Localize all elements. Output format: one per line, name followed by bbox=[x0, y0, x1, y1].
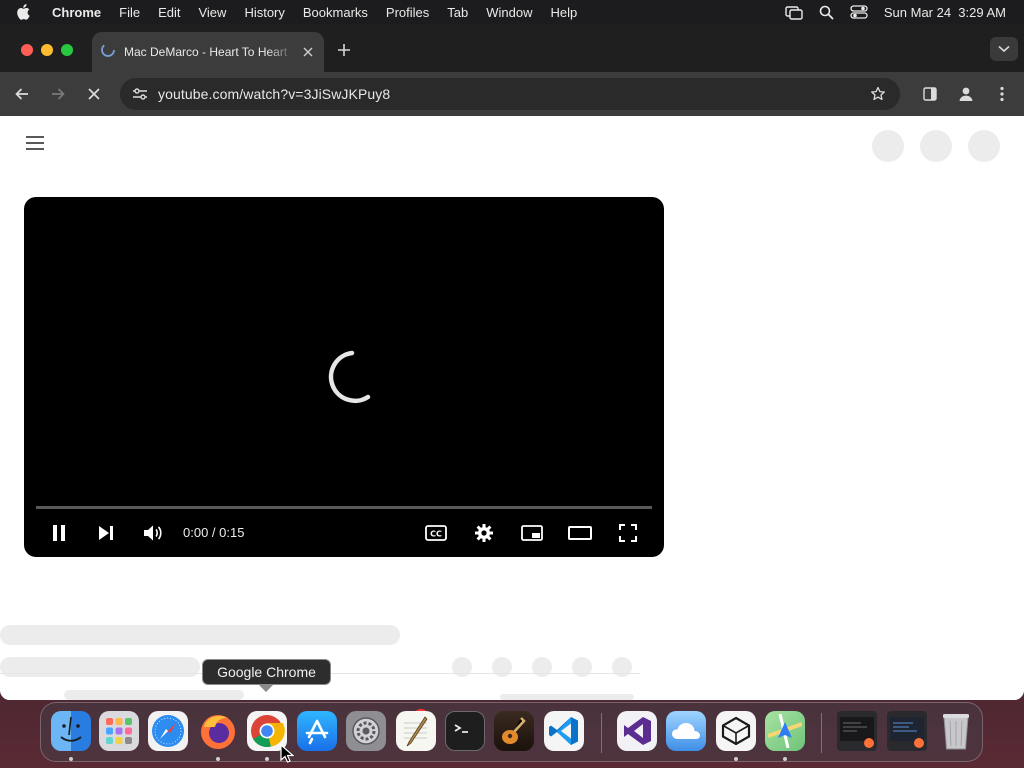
finder-icon[interactable] bbox=[51, 711, 91, 751]
action-skeleton-4 bbox=[572, 657, 592, 677]
system-settings-icon[interactable] bbox=[346, 711, 386, 751]
miniplayer-icon[interactable] bbox=[520, 521, 544, 545]
hamburger-menu-icon[interactable] bbox=[24, 134, 48, 154]
menu-bar: Chrome File Edit View History Bookmarks … bbox=[0, 0, 1024, 24]
window-thumbnail-1[interactable] bbox=[837, 711, 877, 751]
back-arrow-icon[interactable] bbox=[10, 82, 34, 106]
finder-running-dot bbox=[69, 757, 73, 761]
garageband-icon[interactable] bbox=[494, 711, 534, 751]
maps-running-dot bbox=[783, 757, 787, 761]
apple-menu-icon[interactable] bbox=[16, 4, 38, 20]
icloud-icon[interactable] bbox=[666, 711, 706, 751]
next-icon[interactable] bbox=[94, 521, 118, 545]
window-thumbnail-2[interactable] bbox=[887, 711, 927, 751]
forward-arrow-icon[interactable] bbox=[46, 82, 70, 106]
theater-mode-icon[interactable] bbox=[568, 521, 592, 545]
dock-tooltip-arrow bbox=[259, 685, 273, 692]
app-store-icon[interactable] bbox=[297, 711, 337, 751]
pause-icon[interactable] bbox=[47, 521, 71, 545]
terminal-icon[interactable] bbox=[445, 711, 485, 751]
placeholder-circle-2 bbox=[920, 130, 952, 162]
action-skeleton-3 bbox=[532, 657, 552, 677]
window-minimize-button[interactable] bbox=[41, 44, 53, 56]
loading-spinner-icon bbox=[312, 345, 376, 409]
dock-separator-1 bbox=[601, 713, 602, 753]
youtube-page: 0:00 / 0:15 CC bbox=[0, 116, 1024, 700]
maps-icon[interactable] bbox=[765, 711, 805, 751]
tab-youtube[interactable]: Mac DeMarco - Heart To Heart bbox=[92, 32, 324, 72]
tab-search-chevron-icon[interactable] bbox=[990, 37, 1018, 61]
side-panel-icon[interactable] bbox=[918, 82, 942, 106]
captions-icon[interactable]: CC bbox=[424, 521, 448, 545]
dock-separator-2 bbox=[821, 713, 822, 753]
placeholder-circle-1 bbox=[872, 130, 904, 162]
profile-avatar-icon[interactable] bbox=[954, 82, 978, 106]
video-time: 0:00 / 0:15 bbox=[183, 525, 245, 540]
menu-history[interactable]: History bbox=[244, 5, 284, 20]
loading-favicon-icon bbox=[100, 42, 116, 63]
action-skeleton-1 bbox=[452, 657, 472, 677]
menu-view[interactable]: View bbox=[198, 5, 226, 20]
chrome-window: Mac DeMarco - Heart To Heart youtube.com… bbox=[0, 24, 1024, 700]
menu-tab[interactable]: Tab bbox=[447, 5, 468, 20]
title-skeleton bbox=[0, 625, 400, 645]
textedit-icon[interactable] bbox=[396, 711, 436, 751]
screen-mirroring-icon[interactable] bbox=[785, 4, 803, 20]
action-skeleton-2 bbox=[492, 657, 512, 677]
menu-edit[interactable]: Edit bbox=[158, 5, 180, 20]
menubar-clock[interactable]: Sun Mar 24 3:29 AM bbox=[884, 5, 1006, 20]
firefox-icon[interactable] bbox=[198, 711, 238, 751]
cursor-app-icon[interactable] bbox=[716, 711, 756, 751]
trash-icon[interactable] bbox=[936, 711, 976, 751]
browser-toolbar: youtube.com/watch?v=3JiSwJKPuy8 bbox=[0, 72, 1024, 116]
tab-title: Mac DeMarco - Heart To Heart bbox=[124, 45, 288, 59]
url-text[interactable]: youtube.com/watch?v=3JiSwJKPuy8 bbox=[158, 86, 390, 102]
video-player[interactable]: 0:00 / 0:15 CC bbox=[24, 197, 664, 557]
dock: 2 bbox=[40, 702, 983, 762]
action-skeleton-5 bbox=[612, 657, 632, 677]
comment-skeleton bbox=[64, 690, 244, 700]
volume-icon[interactable] bbox=[141, 521, 165, 545]
site-info-tune-icon[interactable] bbox=[126, 87, 154, 101]
fullscreen-icon[interactable] bbox=[616, 521, 640, 545]
launchpad-icon[interactable] bbox=[99, 711, 139, 751]
stop-loading-icon[interactable] bbox=[82, 82, 106, 106]
placeholder-circle-3 bbox=[968, 130, 1000, 162]
menu-help[interactable]: Help bbox=[551, 5, 578, 20]
window-maximize-button[interactable] bbox=[61, 44, 73, 56]
safari-icon[interactable] bbox=[148, 711, 188, 751]
bookmark-star-icon[interactable] bbox=[866, 82, 890, 106]
settings-icon[interactable] bbox=[472, 521, 496, 545]
tab-close-icon[interactable] bbox=[300, 44, 316, 60]
menu-file[interactable]: File bbox=[119, 5, 140, 20]
new-tab-icon[interactable] bbox=[334, 40, 354, 60]
vscode-icon[interactable] bbox=[544, 711, 584, 751]
menu-bookmarks[interactable]: Bookmarks bbox=[303, 5, 368, 20]
firefox-running-dot bbox=[216, 757, 220, 761]
menu-app-chrome[interactable]: Chrome bbox=[52, 5, 101, 20]
channel-skeleton bbox=[0, 657, 200, 677]
video-progress-bar[interactable] bbox=[36, 506, 652, 509]
svg-text:CC: CC bbox=[430, 530, 442, 539]
mouse-cursor-icon bbox=[280, 743, 295, 764]
menu-window[interactable]: Window bbox=[486, 5, 532, 20]
control-center-icon[interactable] bbox=[850, 5, 868, 19]
dock-tooltip: Google Chrome bbox=[202, 659, 331, 685]
cursor-running-dot bbox=[734, 757, 738, 761]
window-close-button[interactable] bbox=[21, 44, 33, 56]
spotlight-search-icon[interactable] bbox=[819, 5, 834, 20]
tab-strip: Mac DeMarco - Heart To Heart bbox=[0, 24, 1024, 72]
comment-skeleton-2 bbox=[500, 694, 634, 700]
menu-profiles[interactable]: Profiles bbox=[386, 5, 429, 20]
chrome-menu-kebab-icon[interactable] bbox=[990, 82, 1014, 106]
address-bar[interactable]: youtube.com/watch?v=3JiSwJKPuy8 bbox=[120, 78, 900, 110]
visual-studio-icon[interactable] bbox=[617, 711, 657, 751]
chrome-running-dot bbox=[265, 757, 269, 761]
